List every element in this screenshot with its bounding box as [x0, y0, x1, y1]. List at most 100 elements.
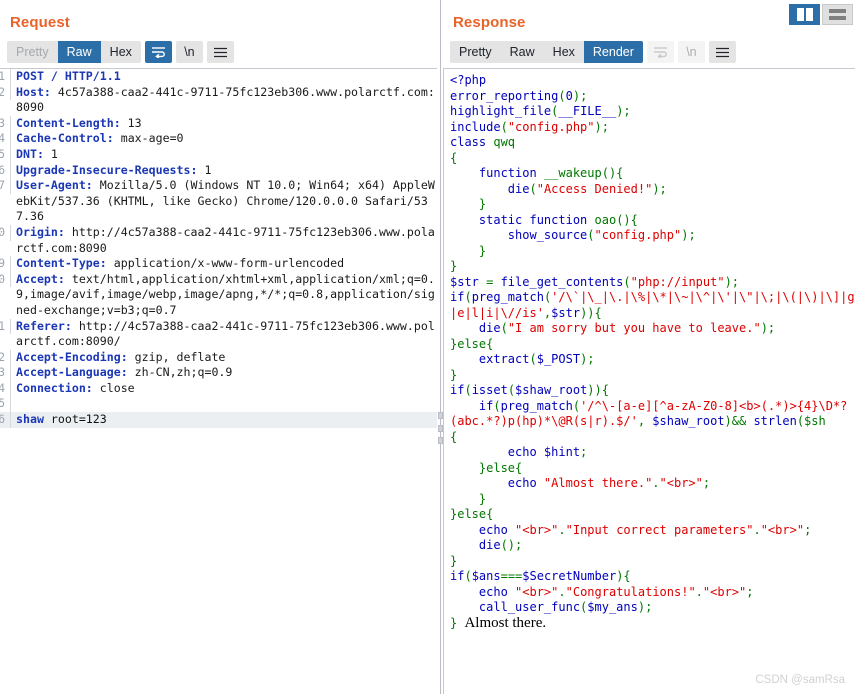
body-param-name: shaw: [16, 412, 44, 427]
line-number: 6: [0, 162, 11, 179]
response-menu-button[interactable]: [708, 41, 736, 63]
line-content: User-Agent: Mozilla/5.0 (Windows NT 10.0…: [11, 178, 437, 225]
response-tab-raw[interactable]: Raw: [501, 41, 544, 63]
code-token: );: [637, 600, 653, 614]
php-code-line: if(isset($shaw_root)){: [450, 383, 855, 399]
request-tab-hex[interactable]: Hex: [101, 41, 141, 63]
code-token: preg_match: [500, 398, 573, 413]
header-value: gzip, deflate: [127, 349, 226, 364]
request-line: 5DNT: 1: [0, 146, 437, 163]
php-code-line: }: [450, 554, 855, 570]
code-token: "Access Denied!": [536, 181, 653, 196]
code-token: "Almost there.": [543, 476, 653, 490]
code-token: (: [500, 321, 508, 335]
code-token: (: [572, 398, 581, 413]
php-code-line: }else{: [450, 507, 855, 523]
code-token: .: [695, 584, 703, 599]
line-number: 2: [0, 349, 11, 366]
response-view-tabs: Pretty Raw Hex Render: [450, 41, 643, 63]
request-menu-button[interactable]: [206, 41, 234, 63]
code-token: );: [580, 352, 595, 366]
php-code-line: }: [450, 259, 855, 275]
php-code-line: $str = file_get_contents("php://input");: [450, 275, 855, 291]
line-content: Referer: http://4c57a388-caa2-441c-9711-…: [11, 319, 437, 350]
line-number: 1: [0, 318, 11, 335]
code-token: die: [450, 181, 530, 196]
php-code-line: call_user_func($my_ans);: [450, 600, 855, 616]
response-render-area[interactable]: <?php error_reporting(0); highlight_file(_…: [444, 69, 855, 694]
request-editor[interactable]: 1POST / HTTP/1.12Host: 4c57a388-caa2-441…: [0, 68, 437, 694]
code-token: (: [500, 119, 508, 134]
code-token: error_reporting: [450, 88, 559, 103]
word-wrap-icon: [653, 47, 667, 58]
response-word-wrap-button: [646, 41, 674, 63]
request-tab-raw[interactable]: Raw: [57, 41, 101, 63]
request-line: 0Accept: text/html,application/xhtml+xml…: [0, 271, 437, 319]
newline-icon: \n: [184, 45, 195, 59]
burp-repeater-window: Request Pretty Raw Hex \n POST / HTTP/1.…: [0, 0, 855, 694]
code-token: if: [450, 569, 465, 583]
code-token: qwq: [493, 135, 516, 149]
header-value: http://4c57a388-caa2-441c-9711-75fc123eb…: [16, 224, 435, 255]
code-token: );: [681, 228, 696, 242]
header-value: text/html,application/xhtml+xml,applicat…: [16, 271, 435, 317]
php-code-line: extract($_POST);: [450, 352, 855, 368]
line-content: Accept-Encoding: gzip, deflate: [11, 350, 437, 366]
code-token: "<br>": [515, 522, 559, 537]
code-token: )&&: [724, 414, 754, 428]
code-token: {: [450, 429, 458, 444]
code-token: "config.php": [594, 228, 682, 242]
header-value: 13: [120, 115, 142, 130]
php-code-line: {: [450, 151, 855, 167]
request-line: 4Connection: close: [0, 380, 437, 397]
line-content: shaw root=123: [11, 412, 437, 428]
code-token: )){: [580, 305, 602, 320]
line-content: Origin: http://4c57a388-caa2-441c-9711-7…: [11, 225, 437, 256]
newline-icon: \n: [686, 45, 697, 59]
header-value: 1: [43, 146, 58, 161]
response-tab-pretty[interactable]: Pretty: [450, 41, 501, 63]
header-name: Accept-Language:: [16, 365, 128, 380]
request-view-tabs: Pretty Raw Hex: [7, 41, 141, 63]
code-token: 0: [565, 88, 573, 103]
horizontal-split-button[interactable]: [822, 4, 853, 25]
code-token: $str: [551, 305, 581, 320]
code-token: }: [450, 197, 487, 211]
code-token: .: [558, 522, 566, 537]
request-line: 3Accept-Language: zh-CN,zh;q=0.9: [0, 365, 437, 381]
code-token: .: [652, 476, 660, 490]
line-number: 3: [0, 115, 11, 132]
response-editor[interactable]: <?php error_reporting(0); highlight_file(_…: [443, 68, 855, 694]
line-number: 5: [0, 396, 11, 413]
line-number: 0: [0, 224, 11, 241]
code-token: if: [450, 398, 494, 413]
php-code-line: highlight_file(__FILE__);: [450, 104, 855, 120]
code-token: );: [760, 321, 776, 335]
request-word-wrap-button[interactable]: [144, 41, 172, 63]
line-number: 1: [0, 69, 11, 85]
code-token: (: [464, 383, 472, 397]
code-token: (: [464, 290, 472, 304]
code-token: <?php: [450, 73, 487, 87]
request-tab-pretty[interactable]: Pretty: [7, 41, 58, 63]
response-tab-render[interactable]: Render: [583, 41, 643, 63]
vertical-split-button[interactable]: [789, 4, 820, 25]
request-newline-button[interactable]: \n: [175, 41, 203, 63]
php-code-line: show_source("config.php");: [450, 228, 855, 244]
line-content: Content-Length: 13: [11, 116, 437, 132]
request-line: 4Cache-Control: max-age=0: [0, 131, 437, 147]
code-token: echo: [450, 445, 544, 459]
php-code-line: }: [450, 368, 855, 384]
request-line: 5: [0, 396, 437, 413]
request-code-area[interactable]: 1POST / HTTP/1.12Host: 4c57a388-caa2-441…: [0, 69, 437, 694]
code-token: echo: [450, 522, 516, 537]
header-value: 4c57a388-caa2-441c-9711-75fc123eb306.www…: [16, 84, 435, 115]
request-line: 2Host: 4c57a388-caa2-441c-9711-75fc123eb…: [0, 84, 437, 116]
code-token: "<br>": [515, 584, 559, 599]
code-token: ;: [804, 522, 812, 537]
request-line: 6shaw root=123: [0, 412, 437, 428]
code-token: );: [572, 88, 588, 103]
code-token: (: [529, 181, 537, 196]
response-tab-hex[interactable]: Hex: [544, 41, 584, 63]
code-token: $str: [450, 274, 487, 289]
